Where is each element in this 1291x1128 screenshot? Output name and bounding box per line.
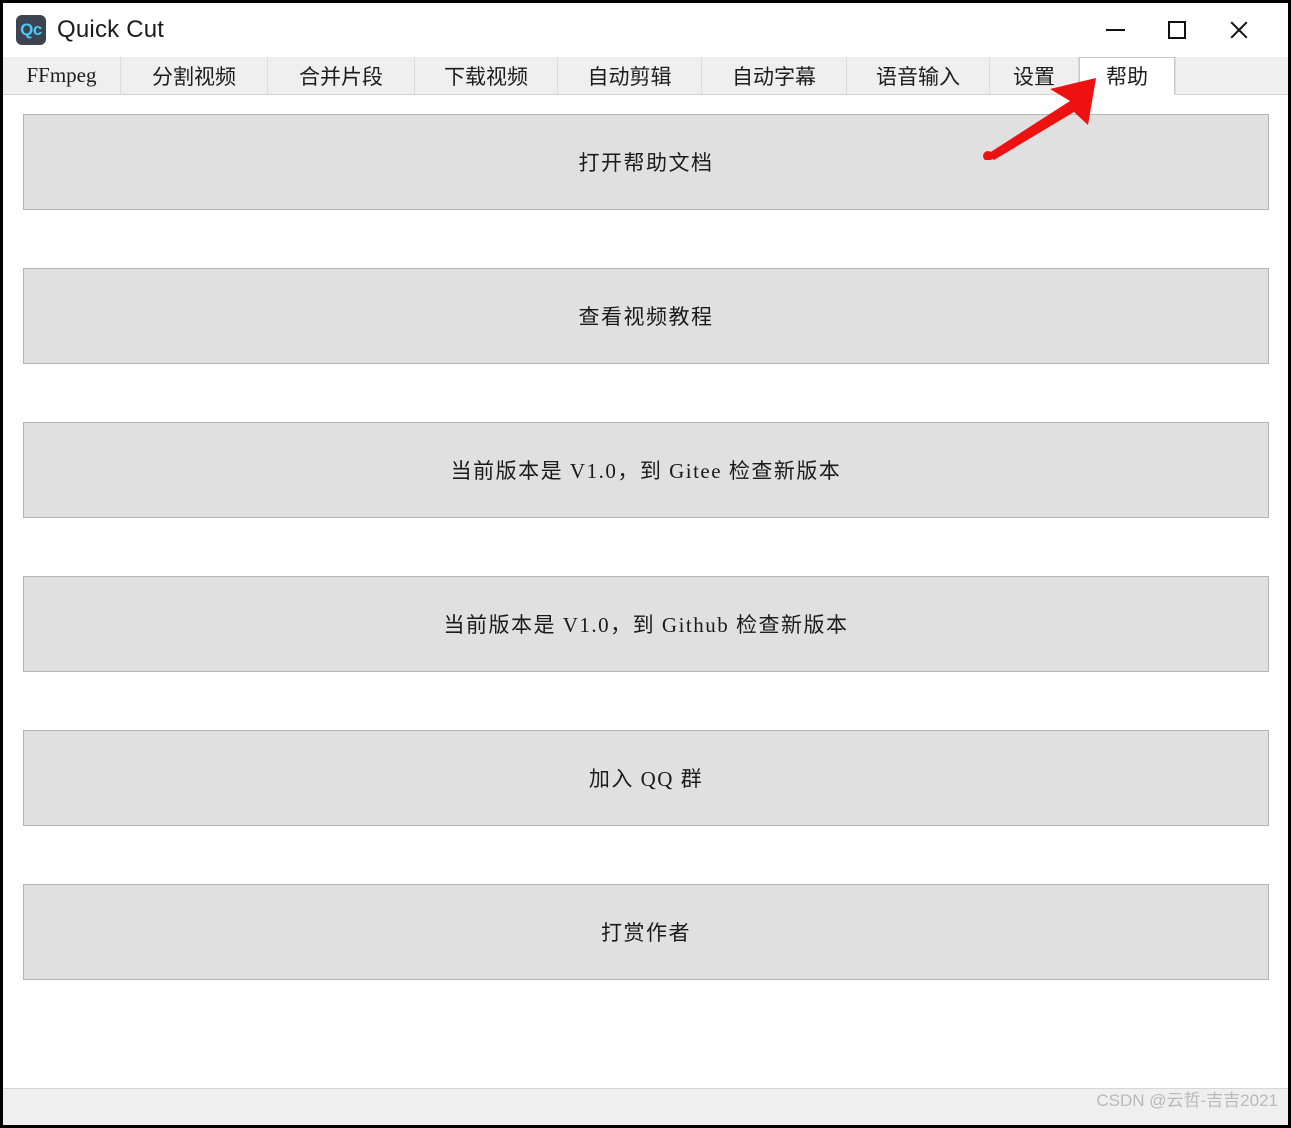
tab-3[interactable]: 合并片段 [268,57,415,94]
help-panel: 打开帮助文档 查看视频教程 当前版本是 V1.0，到 Gitee 检查新版本 当前版本… [3,95,1288,1088]
app-title: Quick Cut [57,16,165,43]
help-button-6[interactable]: 打赏作者 [23,884,1269,980]
help-button-3[interactable]: 当前版本是 V1.0，到 Gitee 检查新版本 [23,422,1269,518]
close-icon [1228,19,1250,41]
tab-1[interactable]: FFmpeg [3,57,121,94]
app-window: Qc Quick Cut FFmpeg 分割视频 合并片段 下载视频 自动剪辑 自动字幕语… [0,0,1291,1128]
tab-4[interactable]: 下载视频 [415,57,558,94]
minimize-icon [1105,29,1125,31]
tab-2[interactable]: 分割视频 [121,57,268,94]
tab-5[interactable]: 自动剪辑 [558,57,702,94]
help-button-2[interactable]: 查看视频教程 [23,268,1269,364]
tab-bar-filler [1175,57,1288,94]
app-logo-icon: Qc [16,15,46,45]
help-button-4[interactable]: 当前版本是 V1.0，到 Github 检查新版本 [23,576,1269,672]
tab-8[interactable]: 设置 [990,57,1079,94]
tab-6[interactable]: 自动字幕 [702,57,847,94]
help-button-1[interactable]: 打开帮助文档 [23,114,1269,210]
maximize-button[interactable] [1146,3,1208,57]
tab-bar: FFmpeg 分割视频 合并片段 下载视频 自动剪辑 自动字幕 语音输入 设置 帮助 [3,57,1288,95]
csdn-watermark: CSDN @云哲-吉吉2021 [1096,1091,1278,1110]
tab-7[interactable]: 语音输入 [847,57,990,94]
status-bar [3,1088,1288,1125]
window-controls [1084,3,1288,57]
help-button-5[interactable]: 加入 QQ 群 [23,730,1269,826]
help-button-list: 打开帮助文档 查看视频教程 当前版本是 V1.0，到 Gitee 检查新版本 当前版本… [23,114,1269,980]
close-button[interactable] [1208,3,1270,57]
title-bar: Qc Quick Cut [3,3,1288,57]
maximize-icon [1168,21,1186,39]
minimize-button[interactable] [1084,3,1146,57]
tab-9[interactable]: 帮助 [1079,57,1175,95]
